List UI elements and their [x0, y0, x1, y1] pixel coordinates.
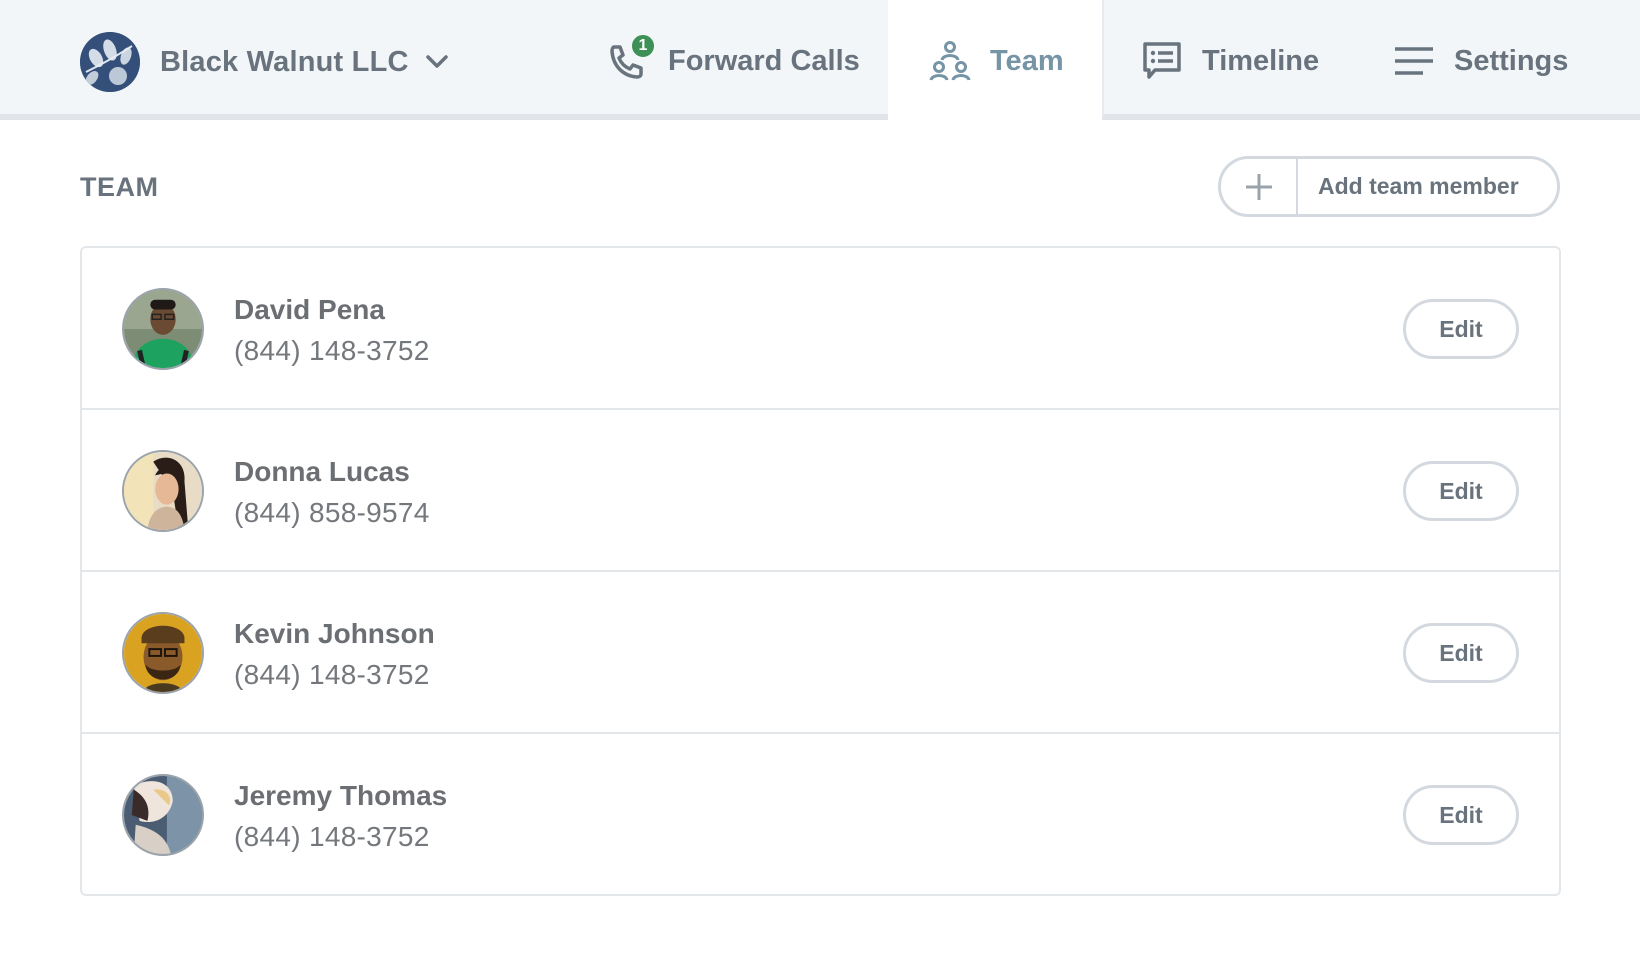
tab-timeline[interactable]: Timeline	[1140, 36, 1319, 86]
team-member-row: Kevin Johnson (844) 148-3752 Edit	[82, 572, 1559, 734]
edit-member-button[interactable]: Edit	[1403, 461, 1519, 521]
member-name: Jeremy Thomas	[234, 780, 448, 811]
tab-settings[interactable]: Settings	[1392, 36, 1568, 86]
edit-member-button[interactable]: Edit	[1403, 785, 1519, 845]
top-navigation: Black Walnut LLC 1 Forward Calls Team Ti…	[0, 0, 1640, 126]
company-name: Black Walnut LLC	[160, 45, 409, 78]
team-member-row: Jeremy Thomas (844) 148-3752 Edit	[82, 734, 1559, 896]
member-name: Kevin Johnson	[234, 618, 435, 649]
tab-label: Settings	[1454, 44, 1569, 77]
avatar	[122, 612, 204, 694]
plus-icon	[1221, 159, 1298, 214]
avatar	[122, 450, 204, 532]
avatar	[122, 774, 204, 856]
member-phone: (844) 148-3752	[234, 335, 430, 366]
chevron-down-icon	[425, 50, 449, 74]
company-switcher[interactable]: Black Walnut LLC	[80, 32, 449, 92]
member-name: David Pena	[234, 294, 385, 325]
tab-label: Team	[990, 44, 1064, 77]
tab-label: Forward Calls	[668, 44, 860, 77]
company-logo	[80, 32, 140, 92]
phone-forward-icon: 1	[606, 33, 656, 83]
team-icon	[928, 39, 972, 83]
team-member-list: David Pena (844) 148-3752 Edit Donna Luc…	[80, 246, 1561, 896]
tab-forward-calls[interactable]: 1 Forward Calls	[606, 33, 860, 86]
settings-menu-icon	[1392, 39, 1436, 83]
add-team-member-label: Add team member	[1318, 173, 1519, 199]
team-member-row: David Pena (844) 148-3752 Edit	[82, 248, 1559, 410]
edit-member-button[interactable]: Edit	[1403, 623, 1519, 683]
tab-label: Timeline	[1202, 44, 1320, 77]
add-team-member-button[interactable]: Add team member	[1218, 156, 1560, 217]
tab-team[interactable]: Team	[928, 36, 1064, 86]
timeline-chat-icon	[1140, 39, 1184, 83]
notification-badge: 1	[630, 33, 656, 59]
avatar	[122, 288, 204, 370]
page-title: TEAM	[80, 172, 159, 202]
member-name: Donna Lucas	[234, 456, 410, 487]
edit-member-button[interactable]: Edit	[1403, 299, 1519, 359]
member-phone: (844) 148-3752	[234, 821, 430, 852]
member-phone: (844) 858-9574	[234, 497, 430, 528]
member-phone: (844) 148-3752	[234, 659, 430, 690]
team-member-row: Donna Lucas (844) 858-9574 Edit	[82, 410, 1559, 572]
